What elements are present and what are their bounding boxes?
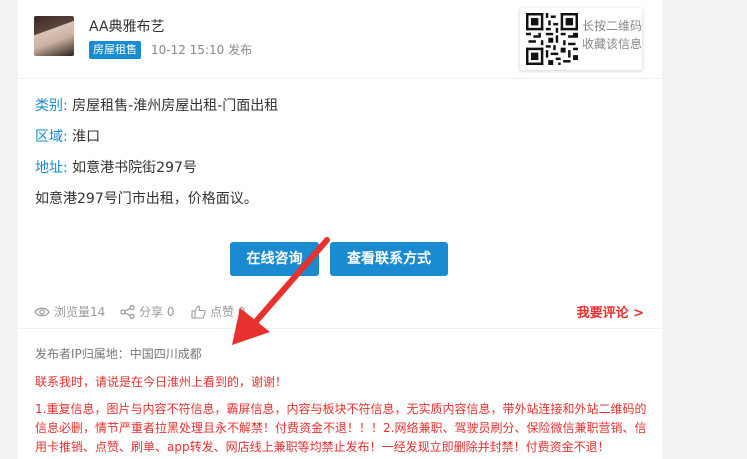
posting-rules: 1.重复信息，图片与内容不符信息，霸屏信息，内容与板块不符信息，无实质内容信息，… (35, 402, 647, 454)
share-icon (120, 304, 135, 319)
qr-caption: 长按二维码 收藏该信息 (582, 17, 642, 53)
address-row: 地址: 如意港书院街297号 (35, 157, 197, 177)
region-value: 淮口 (72, 129, 101, 145)
post-card: AA典雅布艺 房屋租售 10-12 15:10 发布 长按二维码 收藏该信息 类… (18, 0, 662, 459)
category-tag[interactable]: 房屋租售 (89, 41, 141, 59)
write-comment-link[interactable]: 我要评论 > (577, 302, 644, 321)
avatar[interactable] (34, 16, 74, 56)
share-count: 分享 0 (139, 305, 175, 319)
online-consult-button[interactable]: 在线咨询 (230, 242, 319, 276)
address-value: 如意港书院街297号 (72, 160, 197, 176)
like-stat[interactable]: 点赞 0 (191, 303, 245, 320)
eye-icon (34, 307, 50, 316)
category-row: 类别: 房屋租售-淮州房屋出租-门面出租 (35, 95, 278, 115)
category-value[interactable]: 房屋租售-淮州房屋出租-门面出租 (72, 98, 278, 114)
region-row: 区域: 淮口 (35, 126, 100, 146)
views-count: 浏览量14 (54, 305, 106, 319)
qr-panel: 长按二维码 收藏该信息 (520, 8, 642, 70)
qr-caption-line2: 收藏该信息 (582, 37, 643, 51)
share-stat[interactable]: 分享 0 (120, 303, 174, 320)
thumbs-up-icon (191, 304, 206, 319)
post-header: AA典雅布艺 房屋租售 10-12 15:10 发布 长按二维码 收藏该信息 (18, 0, 662, 79)
post-description: 如意港297号门市出租，价格面议。 (35, 191, 258, 207)
contact-notice: 联系我时，请说是在今日淮州上看到的，谢谢！ (35, 375, 288, 389)
publish-time: 10-12 15:10 发布 (151, 43, 253, 57)
region-label: 区域: (35, 129, 68, 145)
qr-code-icon (526, 13, 578, 65)
author-name[interactable]: AA典雅布艺 (89, 16, 165, 36)
publisher-ip-location: 发布者IP归属地：中国四川成都 (35, 347, 202, 361)
address-label: 地址: (35, 160, 68, 176)
view-contact-button[interactable]: 查看联系方式 (330, 242, 448, 276)
category-label: 类别: (35, 98, 68, 114)
views-stat: 浏览量14 (34, 303, 105, 320)
post-stats-bar: 浏览量14 分享 0 点赞 0 我要评论 > (18, 294, 662, 329)
like-count: 点赞 0 (210, 305, 246, 319)
qr-caption-line1: 长按二维码 (582, 19, 643, 33)
